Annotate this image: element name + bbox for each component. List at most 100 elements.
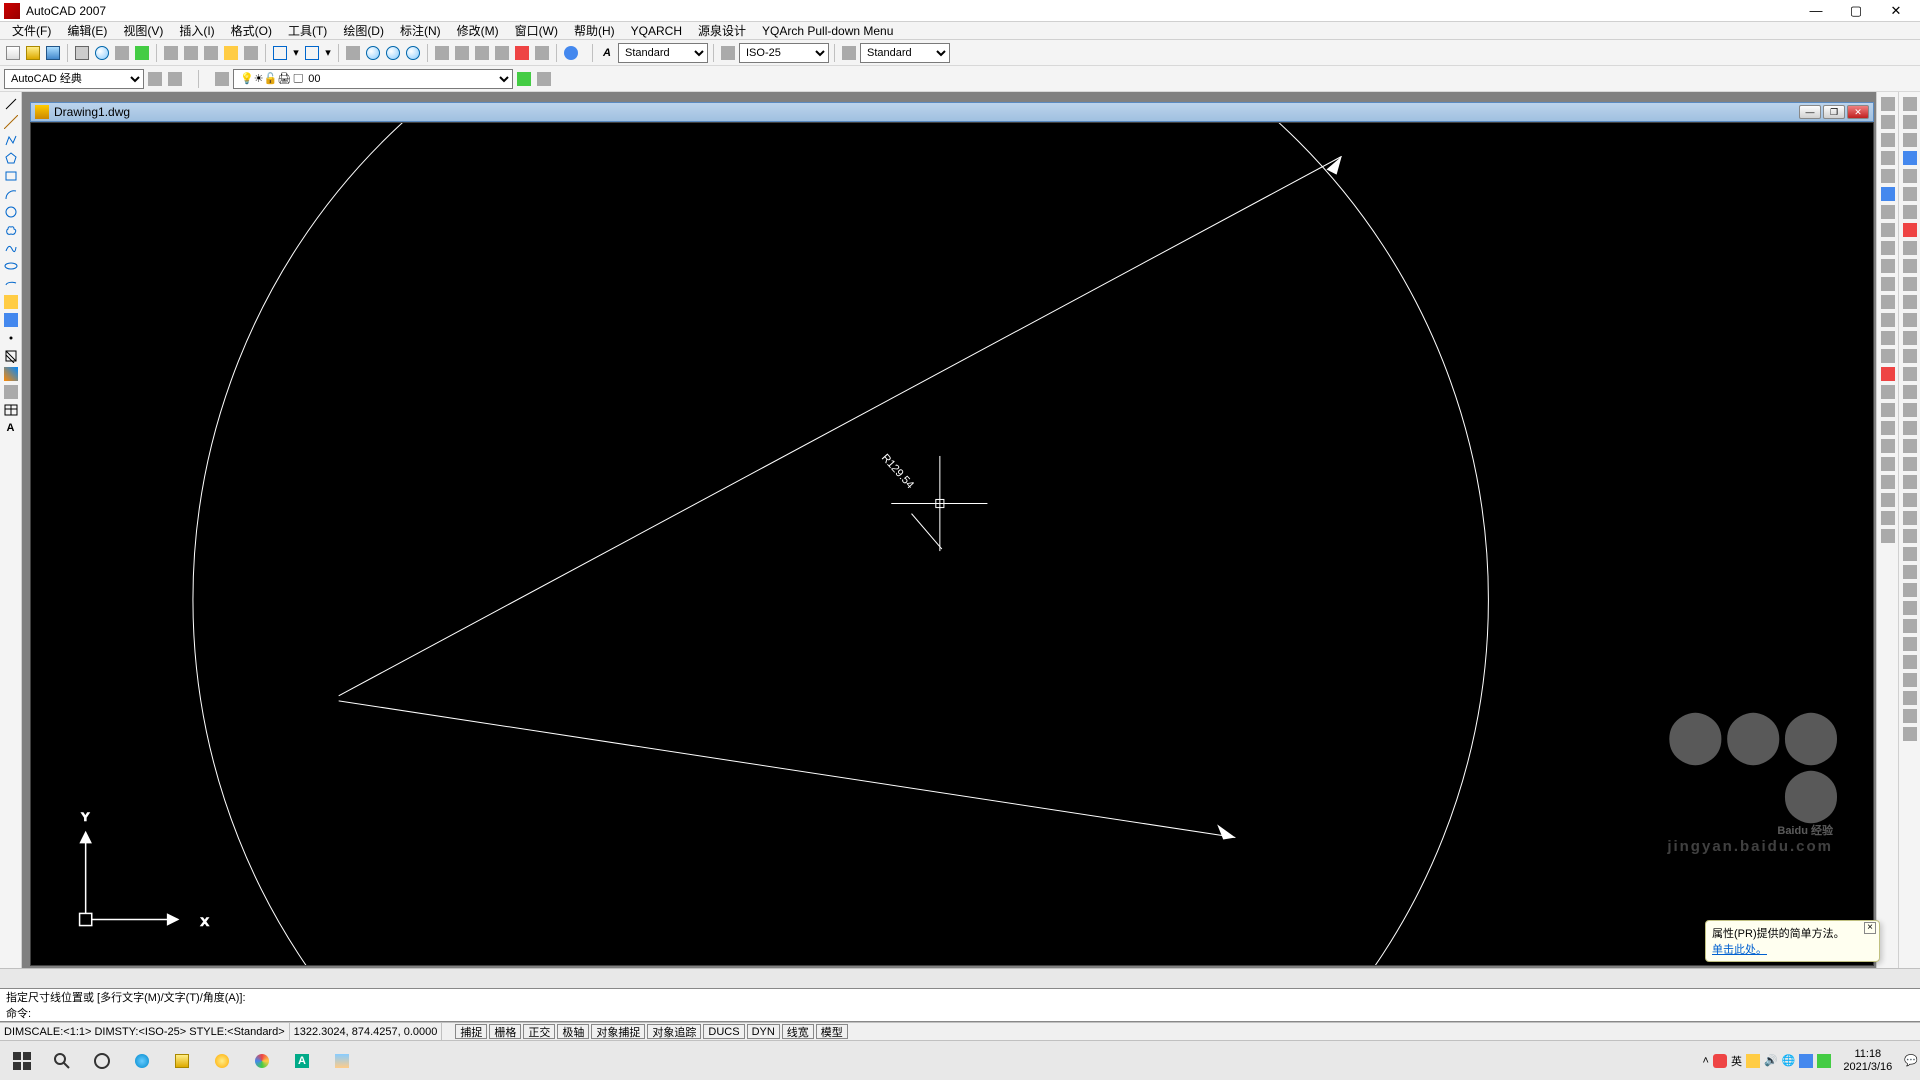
region-button[interactable] [2, 384, 20, 400]
tool-button[interactable] [1901, 726, 1919, 742]
paste-button[interactable] [202, 44, 220, 62]
drawing-canvas[interactable]: R129.54 X Y [31, 123, 1873, 965]
gradient-button[interactable] [2, 366, 20, 382]
tool-button[interactable] [1879, 402, 1897, 418]
layer-manager-button[interactable] [213, 70, 231, 88]
tool-button[interactable] [1901, 330, 1919, 346]
task-app-icon[interactable] [202, 1042, 242, 1080]
status-lwt-toggle[interactable]: 线宽 [782, 1024, 814, 1039]
status-snap-toggle[interactable]: 捕捉 [455, 1024, 487, 1039]
menu-yuanquan[interactable]: 源泉设计 [690, 21, 754, 40]
tool-button[interactable] [1901, 672, 1919, 688]
tool-button[interactable] [1901, 222, 1919, 238]
tool-button[interactable] [1901, 312, 1919, 328]
layer-previous-button[interactable] [515, 70, 533, 88]
tool-button[interactable] [242, 44, 260, 62]
menu-view[interactable]: 视图(V) [115, 21, 171, 40]
ellipse-arc-button[interactable] [2, 276, 20, 292]
dimstyle-combo[interactable]: ISO-25 [739, 43, 829, 63]
tool-button[interactable] [1901, 168, 1919, 184]
tool-button[interactable] [1901, 348, 1919, 364]
circle-button[interactable] [2, 204, 20, 220]
copy-button[interactable] [182, 44, 200, 62]
ellipse-button[interactable] [2, 258, 20, 274]
markup-button[interactable] [513, 44, 531, 62]
scrollbar-area[interactable] [0, 968, 1920, 988]
task-app2-icon[interactable] [322, 1042, 362, 1080]
quickcalc-button[interactable] [533, 44, 551, 62]
status-ortho-toggle[interactable]: 正交 [523, 1024, 555, 1039]
layer-state-button[interactable] [535, 70, 553, 88]
doc-close-button[interactable]: ✕ [1847, 105, 1869, 119]
tray-notifications-icon[interactable]: 💬 [1904, 1054, 1918, 1067]
status-coordinates[interactable]: 1322.3024, 874.4257, 0.0000 [290, 1023, 443, 1040]
status-dyn-toggle[interactable]: DYN [747, 1024, 780, 1039]
open-button[interactable] [24, 44, 42, 62]
tool-button[interactable] [1879, 492, 1897, 508]
command-input[interactable] [34, 1008, 534, 1020]
tool-button[interactable] [1901, 564, 1919, 580]
tool-button[interactable] [1879, 474, 1897, 490]
tool-button[interactable] [1879, 438, 1897, 454]
mtext-button[interactable]: A [2, 420, 20, 436]
tablestyle-combo[interactable]: Standard [860, 43, 950, 63]
balloon-close-button[interactable]: × [1864, 922, 1876, 934]
status-grid-toggle[interactable]: 栅格 [489, 1024, 521, 1039]
tray-network-icon[interactable]: 🌐 [1782, 1054, 1796, 1067]
task-autocad-icon[interactable]: A [282, 1042, 322, 1080]
join-button[interactable] [1879, 312, 1897, 328]
tool-button[interactable] [1901, 132, 1919, 148]
tool-button[interactable] [133, 44, 151, 62]
search-button[interactable] [42, 1042, 82, 1080]
task-chrome-icon[interactable] [242, 1042, 282, 1080]
task-ie-icon[interactable] [122, 1042, 162, 1080]
explode-button[interactable] [1879, 366, 1897, 382]
tray-ime-indicator[interactable]: 英 [1731, 1053, 1742, 1069]
scale-button[interactable] [1879, 222, 1897, 238]
tool-button[interactable] [1901, 510, 1919, 526]
tool-button[interactable] [1901, 186, 1919, 202]
tool-button[interactable] [1879, 510, 1897, 526]
redo-dropdown[interactable]: ▾ [323, 44, 333, 62]
match-button[interactable] [222, 44, 240, 62]
zoom-window-button[interactable] [384, 44, 402, 62]
tool-button[interactable] [1901, 402, 1919, 418]
table-button[interactable] [2, 402, 20, 418]
tool-button[interactable] [1901, 528, 1919, 544]
status-model-toggle[interactable]: 模型 [816, 1024, 848, 1039]
workspace-combo[interactable]: AutoCAD 经典 [4, 69, 144, 89]
tray-chevron-icon[interactable]: ˄ [1703, 1055, 1709, 1067]
taskview-button[interactable] [82, 1042, 122, 1080]
menu-tools[interactable]: 工具(T) [280, 21, 335, 40]
revcloud-button[interactable] [2, 222, 20, 238]
layer-combo[interactable]: 💡☀🔓🖨◻ 00 [233, 69, 513, 89]
tool-button[interactable] [1901, 384, 1919, 400]
zoom-previous-button[interactable] [404, 44, 422, 62]
tool-button[interactable] [1901, 258, 1919, 274]
redo-button[interactable] [303, 44, 321, 62]
tool-button[interactable] [1901, 240, 1919, 256]
maximize-button[interactable]: ▢ [1836, 1, 1876, 21]
zoom-realtime-button[interactable] [364, 44, 382, 62]
status-ducs-toggle[interactable]: DUCS [703, 1024, 744, 1039]
tool-button[interactable] [1879, 456, 1897, 472]
menu-format[interactable]: 格式(O) [223, 21, 280, 40]
status-polar-toggle[interactable]: 极轴 [557, 1024, 589, 1039]
document-viewport[interactable]: R129.54 X Y ⬤ ⬤ ⬤⬤ Baidu 经验 [30, 122, 1874, 966]
break-button[interactable] [1879, 294, 1897, 310]
offset-button[interactable] [1879, 150, 1897, 166]
tool-button[interactable] [1901, 474, 1919, 490]
rectangle-button[interactable] [2, 168, 20, 184]
extend-button[interactable] [1879, 276, 1897, 292]
menu-window[interactable]: 窗口(W) [507, 21, 566, 40]
tray-app-icon[interactable] [1713, 1054, 1727, 1068]
tray-clock[interactable]: 11:18 2021/3/16 [1835, 1048, 1900, 1074]
tool-button[interactable] [1901, 582, 1919, 598]
mirror-button[interactable] [1879, 132, 1897, 148]
new-button[interactable] [4, 44, 22, 62]
tool-button[interactable] [1901, 492, 1919, 508]
menu-draw[interactable]: 绘图(D) [335, 21, 392, 40]
balloon-link[interactable]: 单击此处。 [1712, 944, 1767, 956]
tool-button[interactable] [1901, 618, 1919, 634]
tool-button[interactable] [1901, 204, 1919, 220]
